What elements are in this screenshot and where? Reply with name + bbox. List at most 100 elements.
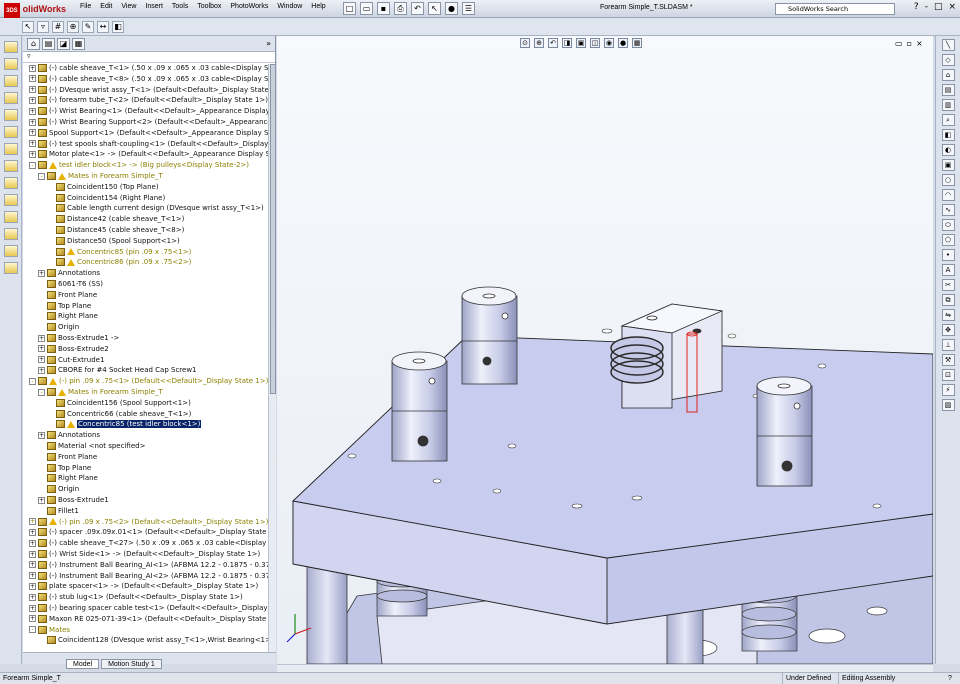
tree-item[interactable]: + (-) forearm tube_T<2> (Default<<Default… <box>29 96 268 107</box>
point-icon[interactable]: • <box>941 249 955 261</box>
open-folder-icon[interactable]: ▭ <box>360 2 373 15</box>
tree-item[interactable]: Coincident156 (Spool Support<1>) <box>47 398 191 410</box>
graphics-viewport[interactable] <box>277 36 933 664</box>
assembly-model-render[interactable] <box>277 36 933 664</box>
tree-item[interactable]: Material <not specified> <box>38 442 145 453</box>
tree-item[interactable]: Concentric85 (pin .09 x .75<1>) <box>47 247 191 259</box>
tree-item[interactable]: Cable length current design (DVesque wri… <box>47 204 264 215</box>
grid-icon[interactable]: # <box>52 20 64 33</box>
section-view-icon[interactable]: ◨ <box>562 38 572 48</box>
expand-icon[interactable]: + <box>38 366 45 374</box>
tree-item[interactable]: Top Plane <box>38 463 91 475</box>
tree-item[interactable]: Coincident154 (Right Plane) <box>47 193 165 205</box>
text-icon[interactable]: A <box>941 264 955 276</box>
hide-show-items-icon[interactable]: ◉ <box>604 38 614 48</box>
reference-geometry-icon[interactable] <box>4 211 18 223</box>
tree-item[interactable]: Origin <box>38 323 79 334</box>
tree-item[interactable]: + Boss-Extrude2 <box>38 344 109 356</box>
tree-item[interactable]: - Mates in Forearm Simple_T <box>38 388 163 399</box>
move-component-icon[interactable] <box>4 92 18 104</box>
tree-item[interactable]: + (-) bearing spacer cable test<1> (Defau… <box>29 604 268 615</box>
tree-item[interactable]: + Boss-Extrude1 -> <box>38 334 119 345</box>
edit-appearance-icon[interactable]: ● <box>618 38 628 48</box>
tree-item[interactable]: Front Plane <box>38 452 97 464</box>
custom-properties-icon[interactable]: ▣ <box>941 159 955 171</box>
tree-item[interactable]: - Mates <box>29 625 70 637</box>
tree-item[interactable]: + Spool Support<1> (Default<<Default>_App… <box>29 128 268 140</box>
dimxpert-tab-icon[interactable]: ▦ <box>72 37 85 50</box>
expand-icon[interactable]: + <box>29 539 36 547</box>
expand-pane-icon[interactable]: » <box>266 39 271 48</box>
tree-item[interactable]: + Maxon RE 025-071-39<1> (Default<<Defaul… <box>29 614 268 626</box>
tree-scrollbar[interactable] <box>268 64 276 654</box>
tree-item[interactable]: + Annotations <box>38 431 100 442</box>
tree-item[interactable]: Origin <box>38 485 79 496</box>
tree-item[interactable]: Right Plane <box>38 474 98 485</box>
expand-icon[interactable]: + <box>38 269 45 277</box>
undo-icon[interactable]: ↶ <box>411 2 424 15</box>
snap-icon[interactable]: ⊕ <box>67 20 79 33</box>
featuremanager-tab-icon[interactable]: ⌂ <box>27 37 40 50</box>
tree-item[interactable]: Distance50 (Spool Support<1>) <box>47 236 180 248</box>
expand-icon[interactable]: + <box>29 561 36 569</box>
status-help-icon[interactable]: ? <box>948 673 952 684</box>
tree-item[interactable]: + (-) spacer .09x.09x.01<1> (Default<<Def… <box>29 528 268 539</box>
help-button[interactable]: ? <box>914 2 919 12</box>
apply-scene-icon[interactable]: ▦ <box>632 38 642 48</box>
offset-icon[interactable]: ⧉ <box>941 294 955 306</box>
previous-view-icon[interactable]: ↶ <box>548 38 558 48</box>
polygon-icon[interactable]: ⬠ <box>941 234 955 246</box>
collapse-icon[interactable]: - <box>29 161 36 169</box>
tree-item[interactable]: + (-) test spools shaft-coupling<1> (Defa… <box>29 139 268 151</box>
expand-icon[interactable]: + <box>38 496 45 504</box>
tree-item[interactable]: + plate spacer<1> -> (Default<<Default>_D… <box>29 582 258 593</box>
viewport-minimize-icon[interactable]: ▭ <box>895 39 903 48</box>
hide-show-icon[interactable] <box>4 177 18 189</box>
relations-icon[interactable]: ⊥ <box>941 339 955 351</box>
save-icon[interactable]: ▪ <box>377 2 390 15</box>
expand-icon[interactable]: + <box>29 582 36 590</box>
new-document-icon[interactable]: □ <box>343 2 356 15</box>
search-results-icon[interactable]: ⌕ <box>941 114 955 126</box>
tree-item[interactable]: + Annotations <box>38 269 100 280</box>
tree-item[interactable]: + (-) pin .09 x .75<2> (Default<<Default>… <box>29 517 268 529</box>
view-palette-icon[interactable]: ◧ <box>941 129 955 141</box>
component-pattern-icon[interactable] <box>4 75 18 87</box>
design-library-icon[interactable]: ▤ <box>941 84 955 96</box>
menu-help[interactable]: Help <box>311 3 325 10</box>
menu-toolbox[interactable]: Toolbox <box>197 3 221 10</box>
options-icon[interactable]: ☰ <box>462 2 475 15</box>
interference-icon[interactable] <box>4 160 18 172</box>
tree-item[interactable]: Concentric86 (pin .09 x .75<2>) <box>47 258 191 269</box>
tree-item[interactable]: 6061-T6 (SS) <box>38 280 103 291</box>
instant3d-icon[interactable] <box>4 262 18 274</box>
tree-item[interactable]: + (-) cable sheave_T<8> (.50 x .09 x .065… <box>29 74 268 86</box>
menu-insert[interactable]: Insert <box>145 3 163 10</box>
tree-item[interactable]: Front Plane <box>38 290 97 302</box>
insert-component-icon[interactable] <box>4 41 18 53</box>
viewport-close-icon[interactable]: × <box>916 39 923 48</box>
tree-item[interactable]: Top Plane <box>38 301 91 313</box>
explode-view-icon[interactable] <box>4 143 18 155</box>
rapid-sketch-icon[interactable]: ⚡ <box>941 384 955 396</box>
sketch-icon[interactable]: ✎ <box>82 20 94 33</box>
corner-rectangle-icon[interactable]: ◇ <box>941 54 955 66</box>
close-button[interactable]: × <box>948 2 956 12</box>
expand-icon[interactable]: + <box>29 75 36 83</box>
zoom-to-fit-icon[interactable]: ⊙ <box>520 38 530 48</box>
expand-icon[interactable]: + <box>29 615 36 623</box>
tree-item[interactable]: Concentric85 (test idler block<1>) <box>47 420 202 431</box>
expand-icon[interactable]: + <box>29 528 36 536</box>
trim-icon[interactable]: ✂ <box>941 279 955 291</box>
viewport-restore-icon[interactable]: ▫ <box>907 39 912 48</box>
configurationmanager-tab-icon[interactable]: ◪ <box>57 37 70 50</box>
expand-icon[interactable]: + <box>29 550 36 558</box>
tree-item[interactable]: Distance45 (cable sheave_T<8>) <box>47 226 184 237</box>
tree-item[interactable]: - Mates in Forearm Simple_T <box>38 172 163 183</box>
tree-item[interactable]: + Motor plate<1> -> (Default<<Default>_Ap… <box>29 150 268 161</box>
tree-item[interactable]: + (-) Wrist Bearing Support<2> (Default<<… <box>29 118 268 129</box>
tree-item[interactable]: Distance42 (cable sheave_T<1>) <box>47 215 184 226</box>
zoom-to-area-icon[interactable]: ⊕ <box>534 38 544 48</box>
menu-view[interactable]: View <box>121 3 136 10</box>
select-arrow-icon[interactable]: ↖ <box>22 20 34 33</box>
